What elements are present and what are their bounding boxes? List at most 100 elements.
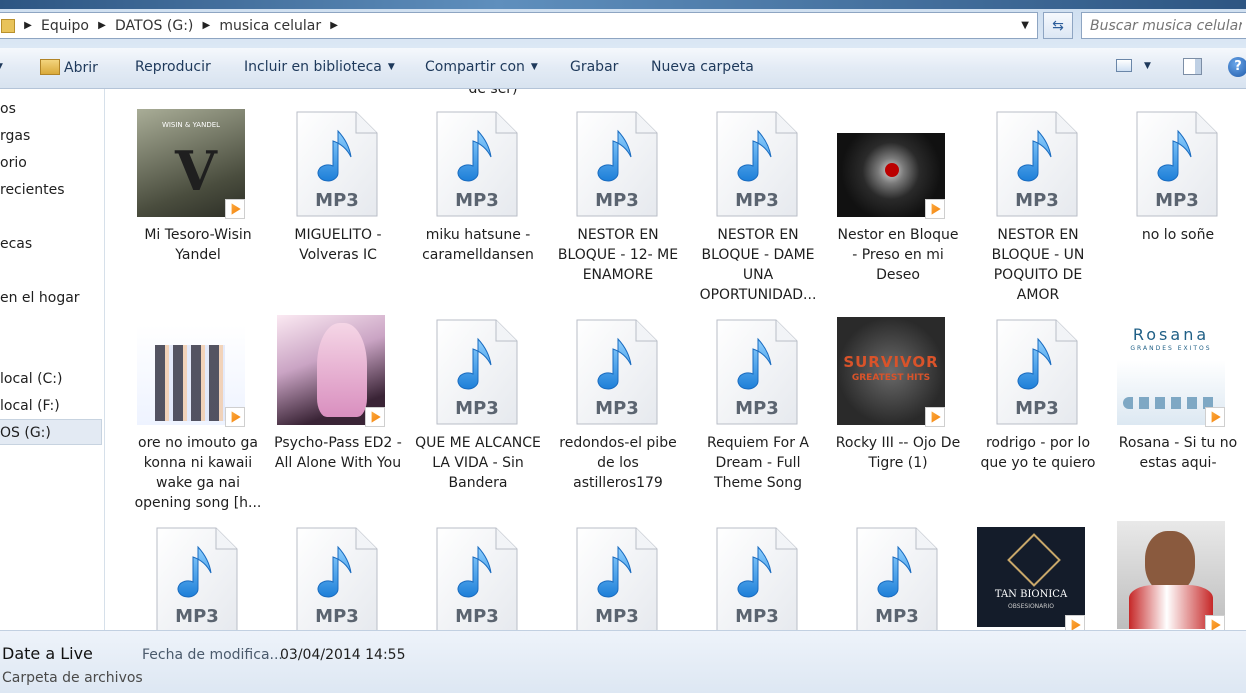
mp3-badge-text: MP3 [175, 606, 219, 627]
album-art-text: OBSESIONARIO [1008, 603, 1054, 610]
mp3-badge-text: MP3 [315, 606, 359, 627]
chevron-right-icon[interactable]: ▶ [327, 20, 341, 31]
address-bar-area: ▶ Equipo ▶ DATOS (G:) ▶ musica celular ▶… [0, 0, 1246, 48]
file-name-label: miku hatsune - caramelldansen [422, 227, 534, 263]
file-item[interactable]: MP3 [833, 507, 963, 630]
file-item[interactable]: MP3 miku hatsune - caramelldansen [413, 91, 543, 291]
open-button[interactable]: Abrir [40, 59, 98, 76]
file-name-label: Mi Tesoro-Wisin Yandel [144, 227, 252, 263]
file-name-label: Requiem For A Dream - Full Theme Song [707, 435, 809, 491]
media-play-icon [225, 199, 245, 219]
mp3-badge-text: MP3 [875, 606, 919, 627]
file-thumbnail [1113, 507, 1243, 630]
chevron-right-icon[interactable]: ▶ [21, 20, 35, 31]
chevron-right-icon[interactable]: ▶ [199, 20, 213, 31]
details-modified-value: 03/04/2014 14:55 [280, 647, 406, 663]
nav-item-libraries[interactable]: ecas [0, 236, 32, 252]
file-item[interactable]: MP3 [133, 507, 263, 630]
file-thumbnail: Rosana GRANDES EXITOS [1113, 299, 1243, 427]
file-item[interactable]: Psycho-Pass ED2 - All Alone With You [273, 299, 403, 499]
include-library-button[interactable]: Incluir en biblioteca ▼ [244, 59, 395, 75]
file-list[interactable]: de ser) WISIN & YANDEL V Mi Tesoro-Wisin Y… [105, 89, 1246, 630]
mp3-file-icon: MP3 [996, 111, 1078, 217]
file-item[interactable]: MP3 rodrigo - por lo que yo te quiero [973, 299, 1103, 499]
file-name-label: ore no imouto ga konna ni kawaii wake ga… [134, 435, 262, 511]
search-input[interactable] [1081, 12, 1246, 39]
file-item[interactable]: MP3 [693, 507, 823, 630]
play-button[interactable]: Reproducir [135, 59, 211, 75]
mp3-badge-text: MP3 [455, 398, 499, 419]
organize-button[interactable]: ▼ [0, 59, 3, 75]
file-item[interactable]: MP3 Requiem For A Dream - Full Theme Song [693, 299, 823, 499]
file-item[interactable]: Nestor en Bloque - Preso en mi Deseo [833, 91, 963, 291]
album-art-text: Rosana [1132, 325, 1210, 344]
media-play-icon [925, 199, 945, 219]
preview-pane-button[interactable] [1183, 58, 1202, 79]
nav-item-drive-c[interactable]: local (C:) [0, 371, 63, 387]
nav-item-downloads[interactable]: rgas [0, 128, 30, 144]
nav-item-recent[interactable]: recientes [0, 182, 65, 198]
media-play-icon [925, 407, 945, 427]
breadcrumb-musica-celular[interactable]: musica celular [219, 18, 321, 34]
file-thumbnail: MP3 [553, 91, 683, 217]
details-modified-label: Fecha de modifica... [142, 647, 283, 663]
file-item[interactable]: Rosana GRANDES EXITOS Rosana - Si tu no es… [1113, 299, 1243, 499]
file-item[interactable]: TAN BIONICA OBSESIONARIO [973, 507, 1103, 630]
file-item[interactable]: MP3 NESTOR EN BLOQUE - UN POQUITO DE AMOR [973, 91, 1103, 303]
refresh-button[interactable]: ⇆ [1043, 12, 1073, 39]
new-folder-button[interactable]: Nueva carpeta [651, 59, 754, 75]
open-label: Abrir [64, 60, 98, 76]
file-item[interactable]: MP3 NESTOR EN BLOQUE - 12- ME ENAMORE [553, 91, 683, 291]
media-play-icon [1065, 615, 1085, 630]
file-name-label: Psycho-Pass ED2 - All Alone With You [274, 435, 402, 471]
nav-item-favorites[interactable]: os [0, 101, 16, 117]
nav-item-desktop[interactable]: orio [0, 155, 27, 171]
mp3-badge-text: MP3 [455, 606, 499, 627]
burn-button[interactable]: Grabar [570, 59, 618, 75]
help-button[interactable]: ? [1228, 57, 1246, 77]
file-name-label: Rosana - Si tu no estas aqui- [1118, 435, 1238, 471]
file-item[interactable]: MP3 [413, 507, 543, 630]
file-item[interactable]: MP3 [553, 507, 683, 630]
breadcrumb-datos[interactable]: DATOS (G:) [115, 18, 193, 34]
file-item[interactable]: ore no imouto ga konna ni kawaii wake ga… [133, 299, 263, 511]
file-item[interactable]: MP3 MIGUELITO - Volveras IC [273, 91, 403, 291]
file-item[interactable]: MP3 no lo soñe [1113, 91, 1243, 291]
file-item[interactable]: MP3 redondos-el pibe de los astilleros179 [553, 299, 683, 499]
album-art-text: SURVIVOR [843, 353, 939, 371]
view-options-button[interactable]: ▼ [1116, 58, 1151, 74]
media-play-icon [225, 407, 245, 427]
media-play-icon [1205, 615, 1225, 630]
file-thumbnail: MP3 [1113, 91, 1243, 217]
file-thumbnail: MP3 [553, 299, 683, 425]
file-item[interactable]: WISIN & YANDEL V Mi Tesoro-Wisin Yandel [133, 91, 263, 291]
address-bar[interactable]: ▶ Equipo ▶ DATOS (G:) ▶ musica celular ▶… [0, 12, 1038, 39]
file-thumbnail [133, 299, 263, 427]
nav-item-drive-f[interactable]: local (F:) [0, 398, 60, 414]
file-thumbnail: MP3 [973, 91, 1103, 217]
file-item[interactable]: SURVIVOR GREATEST HITS Rocky III -- Ojo De… [833, 299, 963, 499]
file-item[interactable]: MP3 [273, 507, 403, 630]
file-name-label: MIGUELITO - Volveras IC [294, 227, 382, 263]
mp3-file-icon: MP3 [856, 527, 938, 630]
nav-item-drive-g[interactable]: OS (G:) [0, 425, 51, 441]
file-name-label: NESTOR EN BLOQUE - UN POQUITO DE AMOR [991, 227, 1085, 303]
breadcrumb-equipo[interactable]: Equipo [41, 18, 89, 34]
chevron-right-icon[interactable]: ▶ [95, 20, 109, 31]
file-item[interactable]: MP3 NESTOR EN BLOQUE - DAME UNA OPORTUNID… [693, 91, 823, 303]
refresh-icon: ⇆ [1052, 17, 1064, 34]
mp3-file-icon: MP3 [436, 319, 518, 425]
file-name-label: rodrigo - por lo que yo te quiero [980, 435, 1096, 471]
mp3-badge-text: MP3 [1015, 190, 1059, 211]
share-button[interactable]: Compartir con ▼ [425, 59, 538, 75]
share-label: Compartir con [425, 59, 525, 75]
album-art-text: GRANDES EXITOS [1130, 345, 1212, 352]
file-item[interactable] [1113, 507, 1243, 630]
nav-item-homegroup[interactable]: en el hogar [0, 290, 80, 306]
mp3-badge-text: MP3 [735, 606, 779, 627]
file-item[interactable]: MP3 QUE ME ALCANCE LA VIDA - Sin Bandera [413, 299, 543, 499]
chevron-down-icon[interactable]: ▼ [1021, 20, 1029, 31]
command-bar: ▼ Abrir Reproducir Incluir en biblioteca… [0, 48, 1246, 89]
details-pane: Date a Live Carpeta de archivos Fecha de… [0, 630, 1246, 693]
mp3-file-icon: MP3 [576, 527, 658, 630]
